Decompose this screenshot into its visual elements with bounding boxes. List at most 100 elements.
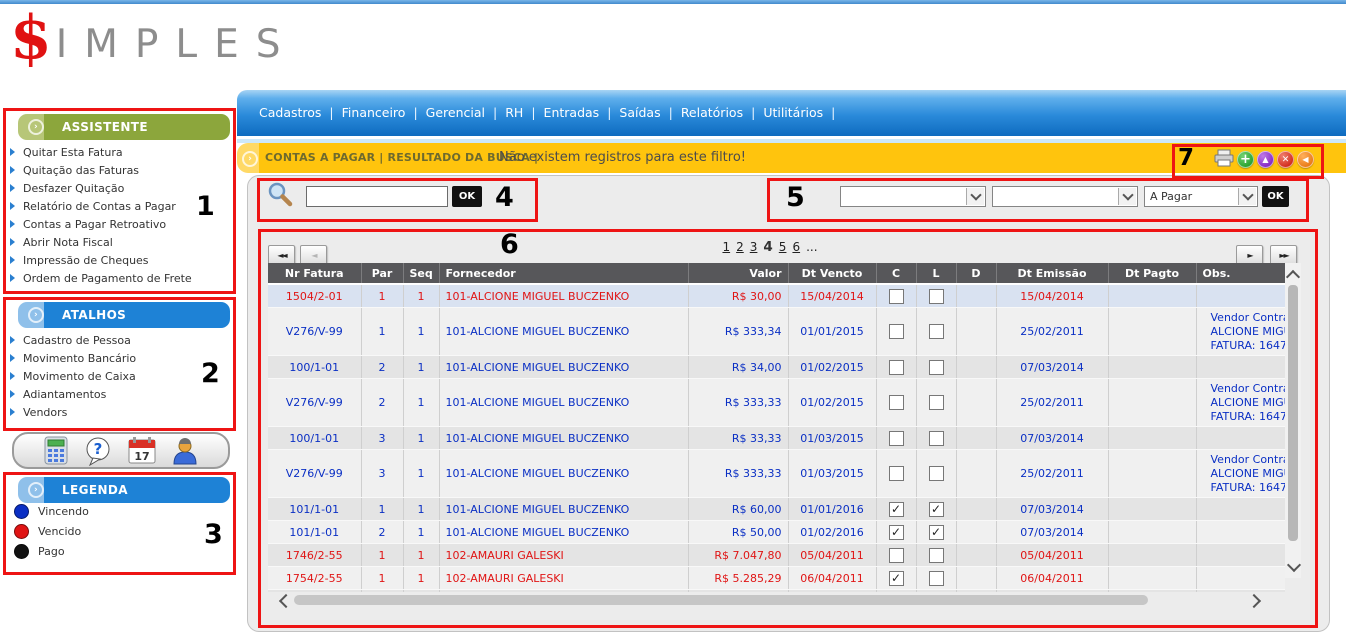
column-header-emis[interactable]: Dt Emissão: [996, 263, 1108, 284]
page-link[interactable]: 6: [792, 240, 800, 254]
menu-item-financeiro[interactable]: Financeiro: [342, 105, 406, 120]
table-row[interactable]: V276/V-9921101-ALCIONE MIGUEL BUCZENKOR$…: [268, 379, 1285, 427]
checkbox-l[interactable]: [929, 525, 944, 540]
assistente-item[interactable]: Abrir Nota Fiscal: [6, 233, 232, 251]
filter-ok-button[interactable]: OK: [1262, 186, 1289, 207]
arrow-right-icon: [10, 166, 15, 174]
app-window: $ IMPLES Cadastros|Financeiro|Gerencial|…: [0, 0, 1346, 635]
column-header-obs[interactable]: Obs.: [1196, 263, 1285, 284]
checkbox-c[interactable]: [889, 360, 904, 375]
table-row[interactable]: 1746/2-5511102-AMAURI GALESKIR$ 7.047,80…: [268, 544, 1285, 567]
column-header-seq[interactable]: Seq: [403, 263, 439, 284]
column-header-par[interactable]: Par: [361, 263, 403, 284]
assistente-item[interactable]: Quitar Esta Fatura: [6, 143, 232, 161]
column-header-venc[interactable]: Dt Vencto: [788, 263, 876, 284]
calendar-icon[interactable]: 17: [128, 436, 156, 465]
checkbox-c[interactable]: [889, 502, 904, 517]
scroll-right-icon[interactable]: [1249, 596, 1262, 609]
menu-item-gerencial[interactable]: Gerencial: [426, 105, 485, 120]
table-row[interactable]: 100/1-0131101-ALCIONE MIGUEL BUCZENKOR$ …: [268, 427, 1285, 450]
table-row[interactable]: 100/1-0121101-ALCIONE MIGUEL BUCZENKOR$ …: [268, 356, 1285, 379]
vertical-scrollbar-thumb[interactable]: [1288, 285, 1298, 541]
menu-item-utilitários[interactable]: Utilitários: [763, 105, 823, 120]
atalhos-item[interactable]: Cadastro de Pessoa: [6, 331, 232, 349]
help-icon[interactable]: ?: [84, 436, 112, 466]
add-icon[interactable]: +: [1237, 151, 1254, 168]
side-item-label: Vendors: [23, 406, 67, 419]
column-header-valor[interactable]: Valor: [688, 263, 788, 284]
menu-item-entradas[interactable]: Entradas: [544, 105, 600, 120]
scroll-left-icon[interactable]: [278, 596, 291, 609]
search-input[interactable]: [306, 186, 448, 207]
column-header-pagto[interactable]: Dt Pagto: [1108, 263, 1196, 284]
checkbox-c[interactable]: [889, 289, 904, 304]
table-row[interactable]: V276/V-9911101-ALCIONE MIGUEL BUCZENKOR$…: [268, 308, 1285, 356]
menu-item-rh[interactable]: RH: [505, 105, 523, 120]
close-icon[interactable]: ✕: [1277, 151, 1294, 168]
results-table: Nr FaturaParSeqFornecedorValorDt VenctoC…: [268, 263, 1285, 592]
assistente-item[interactable]: Ordem de Pagamento de Frete: [6, 269, 232, 287]
checkbox-l[interactable]: [929, 502, 944, 517]
checkbox-c[interactable]: [889, 395, 904, 410]
checkbox-l[interactable]: [929, 548, 944, 563]
menu-item-cadastros[interactable]: Cadastros: [259, 105, 321, 120]
column-header-l[interactable]: L: [916, 263, 956, 284]
table-row[interactable]: 101/1-0121101-ALCIONE MIGUEL BUCZENKOR$ …: [268, 521, 1285, 544]
checkbox-l[interactable]: [929, 324, 944, 339]
cell-d: [956, 308, 996, 356]
assistente-item[interactable]: Impressão de Cheques: [6, 251, 232, 269]
horizontal-scrollbar[interactable]: [268, 591, 1270, 609]
user-icon[interactable]: [172, 437, 198, 465]
up-arrow-icon[interactable]: ▲: [1257, 151, 1274, 168]
checkbox-c[interactable]: [889, 431, 904, 446]
checkbox-c[interactable]: [889, 466, 904, 481]
table-row[interactable]: 1754/2-5511102-AMAURI GALESKIR$ 5.285,29…: [268, 567, 1285, 590]
cell-valor: R$ 50,00: [688, 521, 788, 544]
menu-separator: |: [329, 105, 333, 120]
page-link[interactable]: 1: [722, 240, 730, 254]
cell-seq: 1: [403, 427, 439, 450]
annotation-label-5: 5: [786, 184, 805, 211]
page-link[interactable]: 3: [750, 240, 758, 254]
filter-select-1[interactable]: [840, 186, 986, 207]
menu-item-saídas[interactable]: Saídas: [619, 105, 660, 120]
table-row[interactable]: V276/V-9931101-ALCIONE MIGUEL BUCZENKOR$…: [268, 450, 1285, 498]
table-row[interactable]: 101/1-0111101-ALCIONE MIGUEL BUCZENKOR$ …: [268, 498, 1285, 521]
atalhos-item[interactable]: Adiantamentos: [6, 385, 232, 403]
checkbox-c[interactable]: [889, 324, 904, 339]
filter-select-2[interactable]: [992, 186, 1138, 207]
menu-item-relatórios[interactable]: Relatórios: [681, 105, 743, 120]
atalhos-item[interactable]: Movimento Bancário: [6, 349, 232, 367]
checkbox-l[interactable]: [929, 395, 944, 410]
page-link[interactable]: 5: [779, 240, 787, 254]
print-icon[interactable]: [1214, 149, 1234, 170]
vertical-scrollbar[interactable]: [1285, 263, 1301, 578]
cell-l: [916, 498, 956, 521]
horizontal-scrollbar-thumb[interactable]: [294, 595, 1148, 605]
checkbox-c[interactable]: [889, 548, 904, 563]
page-current[interactable]: 4: [763, 239, 772, 255]
page-link[interactable]: 2: [736, 240, 744, 254]
assistente-item[interactable]: Quitação das Faturas: [6, 161, 232, 179]
atalhos-item[interactable]: Movimento de Caixa: [6, 367, 232, 385]
column-header-d[interactable]: D: [956, 263, 996, 284]
filter-select-status[interactable]: A Pagar: [1144, 186, 1258, 207]
legend-label: Pago: [38, 545, 65, 558]
back-icon[interactable]: ◀: [1297, 151, 1314, 168]
table-row[interactable]: 1504/2-0111101-ALCIONE MIGUEL BUCZENKOR$…: [268, 284, 1285, 308]
column-header-forn[interactable]: Fornecedor: [439, 263, 688, 284]
scroll-up-icon[interactable]: [1288, 269, 1298, 282]
scroll-down-icon[interactable]: [1289, 560, 1299, 573]
checkbox-l[interactable]: [929, 571, 944, 586]
checkbox-l[interactable]: [929, 289, 944, 304]
checkbox-c[interactable]: [889, 571, 904, 586]
checkbox-c[interactable]: [889, 525, 904, 540]
calculator-icon[interactable]: [44, 436, 68, 465]
search-ok-button[interactable]: OK: [452, 186, 482, 207]
checkbox-l[interactable]: [929, 466, 944, 481]
atalhos-item[interactable]: Vendors: [6, 403, 232, 421]
column-header-c[interactable]: C: [876, 263, 916, 284]
column-header-nr[interactable]: Nr Fatura: [268, 263, 361, 284]
checkbox-l[interactable]: [929, 360, 944, 375]
checkbox-l[interactable]: [929, 431, 944, 446]
